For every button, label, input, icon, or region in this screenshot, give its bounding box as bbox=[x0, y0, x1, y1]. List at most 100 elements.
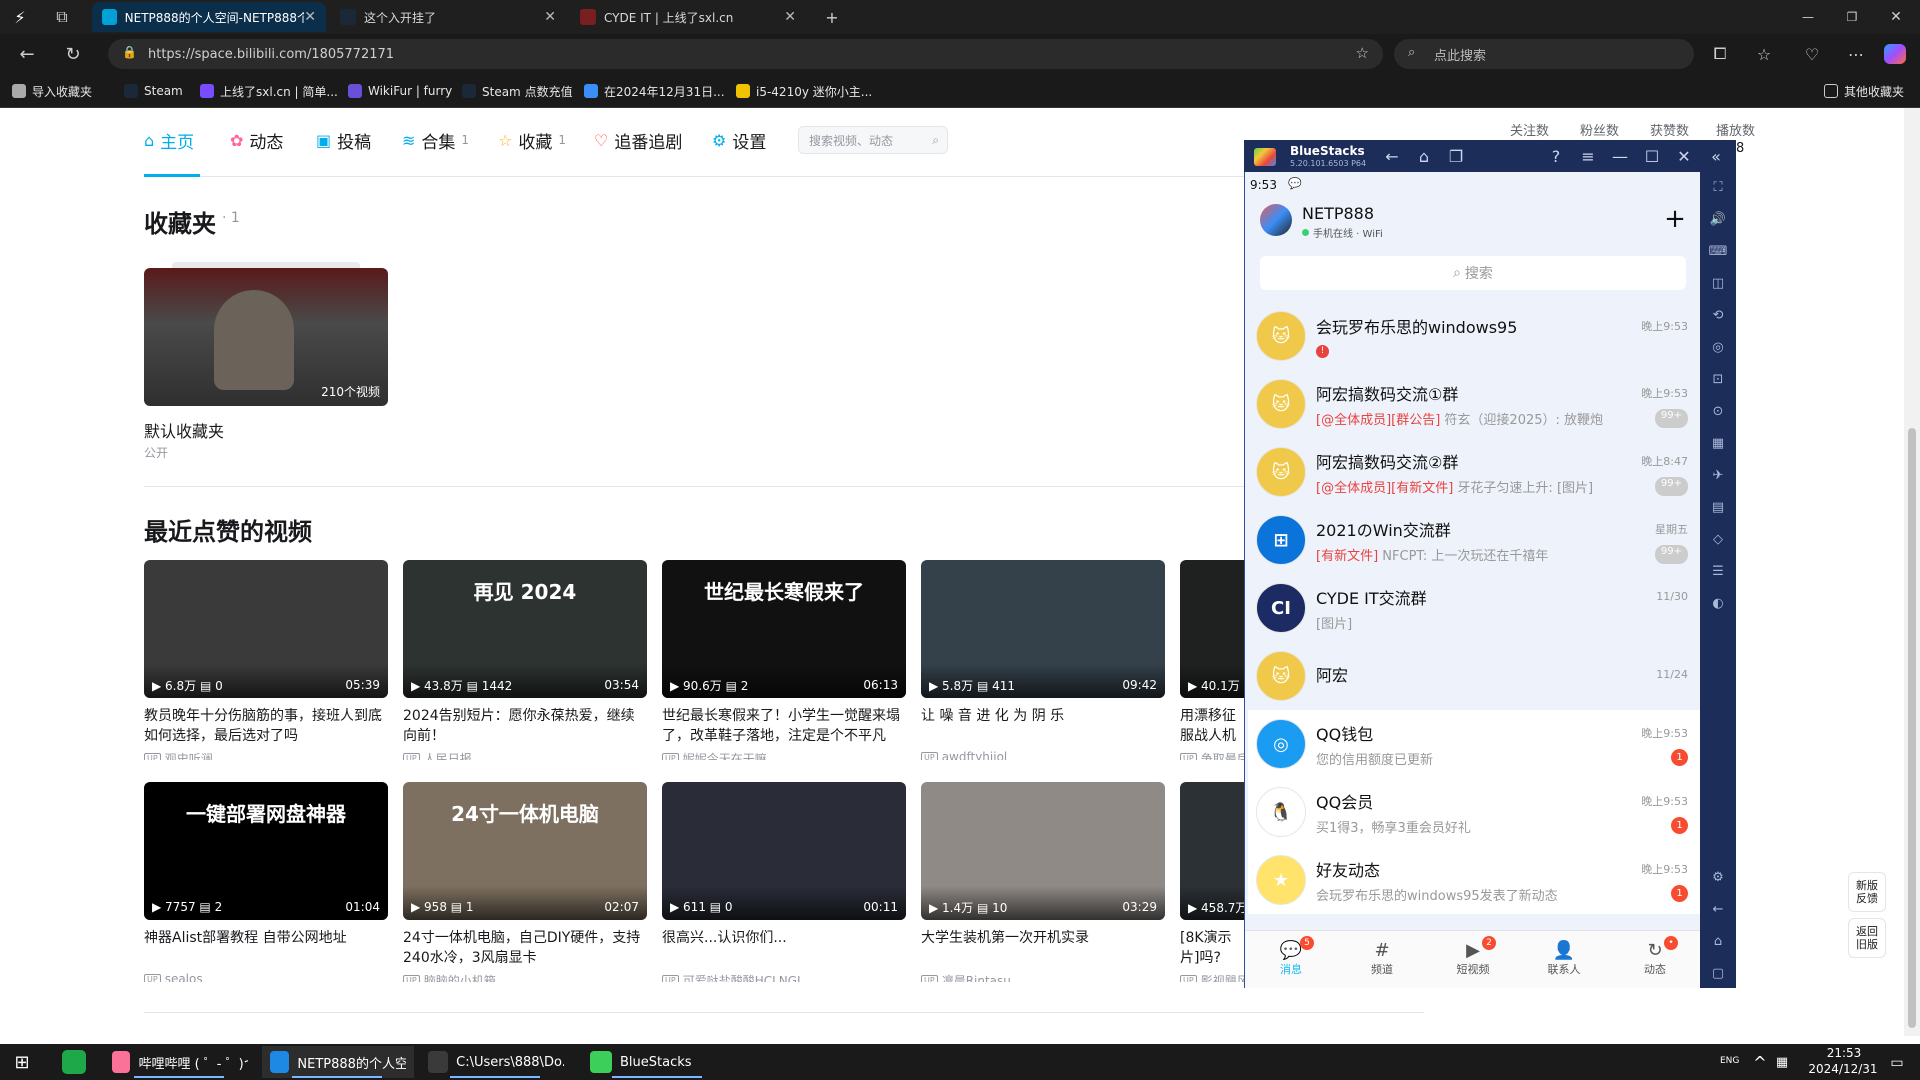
video-card[interactable]: ▶ 40.1万用漂移征服战人机阿si UP争取最后 bbox=[1180, 560, 1244, 760]
video-thumbnail[interactable]: ▶ 1.4万 ▤ 10 03:29 bbox=[921, 782, 1165, 920]
scrollbar-thumb[interactable] bbox=[1908, 428, 1916, 1028]
volume-icon[interactable]: 🔊 bbox=[1700, 212, 1736, 227]
rotate-icon[interactable]: ⟲ bbox=[1700, 308, 1736, 323]
old-version-button[interactable]: 返回旧版 bbox=[1848, 918, 1886, 958]
feedback-button[interactable]: 新版反馈 bbox=[1848, 872, 1886, 912]
tab-close-icon[interactable]: ✕ bbox=[784, 9, 796, 25]
bookmark-item[interactable]: 导入收藏夹 bbox=[12, 80, 92, 102]
video-card[interactable]: 24寸一体机电脑 ▶ 958 ▤ 1 02:07 24寸一体机电脑，自己DIY硬件，支… bbox=[403, 782, 647, 982]
video-title[interactable]: 2024告别短片：愿你永葆热爱，继续向前！ bbox=[403, 706, 647, 746]
chat-item[interactable]: 🐧 QQ会员 晚上9:53 买1得3，畅享3重会员好礼 1 bbox=[1248, 778, 1700, 846]
video-card[interactable]: 一键部署网盘神器 ▶ 7757 ▤ 2 01:04 神器Alist部署教程 自带公网地… bbox=[144, 782, 388, 982]
other-bookmarks[interactable]: 其他收藏夹 bbox=[1824, 80, 1904, 102]
home-icon[interactable]: ⌂ bbox=[1414, 146, 1434, 166]
taskbar-app[interactable]: C:\Users\888\Do... bbox=[420, 1046, 572, 1078]
bookmark-item[interactable]: 在2024年12月31日... bbox=[584, 80, 725, 102]
favorites-icon[interactable]: ☆ bbox=[1752, 42, 1776, 66]
clock-date[interactable]: 2024/12/31 bbox=[1800, 1062, 1886, 1076]
video-card[interactable]: 再见 2024 ▶ 43.8万 ▤ 1442 03:54 2024告别短片：愿你永葆热… bbox=[403, 560, 647, 760]
video-title[interactable]: 用漂移征服战人机阿si bbox=[1180, 706, 1244, 746]
multi-instance-icon[interactable]: ❐ bbox=[1446, 146, 1466, 166]
video-thumbnail[interactable]: 一键部署网盘神器 ▶ 7757 ▤ 2 01:04 bbox=[144, 782, 388, 920]
pinned-app-icon[interactable] bbox=[62, 1050, 86, 1074]
video-author[interactable]: UP 脑脑的小机箱 bbox=[403, 972, 647, 982]
chat-item[interactable]: 🐱 阿宏搞数码交流②群 晚上8:47 [@全体成员][有新文件] 牙花子匀速上升: [… bbox=[1248, 438, 1700, 506]
qq-user-avatar[interactable] bbox=[1260, 204, 1292, 236]
page-scrollbar[interactable] bbox=[1904, 108, 1920, 1036]
notification-icon[interactable]: ▭ bbox=[1886, 1052, 1908, 1074]
android-home-icon[interactable]: ⌂ bbox=[1700, 934, 1736, 949]
qq-nav-3[interactable]: 👤 联系人 bbox=[1519, 940, 1609, 977]
space-nav-1[interactable]: ✿ 动态 bbox=[230, 128, 283, 153]
macro-icon[interactable]: ◇ bbox=[1700, 532, 1736, 547]
video-thumbnail[interactable]: ▶ 6.8万 ▤ 0 05:39 bbox=[144, 560, 388, 698]
favorite-star-icon[interactable]: ☆ bbox=[1356, 44, 1369, 62]
browser-tab[interactable]: CYDE IT | 上线了sxl.cn ✕ bbox=[570, 2, 806, 32]
network-icon[interactable]: ▦ bbox=[1772, 1052, 1792, 1072]
video-thumbnail[interactable]: 再见 2024 ▶ 43.8万 ▤ 1442 03:54 bbox=[403, 560, 647, 698]
screenshot-icon[interactable]: ⊡ bbox=[1700, 372, 1736, 387]
files-icon[interactable]: ▤ bbox=[1700, 500, 1736, 515]
address-bar[interactable]: 🔒 https://space.bilibili.com/1805772171 … bbox=[108, 39, 1383, 69]
back-icon[interactable]: ← bbox=[14, 42, 40, 66]
chat-item[interactable]: 🐱 会玩罗布乐思的windows95 晚上9:53! bbox=[1248, 302, 1700, 370]
video-author[interactable]: UP 人民日报 bbox=[403, 750, 647, 760]
minimize-window-button[interactable]: — bbox=[1796, 6, 1820, 28]
taskbar-app[interactable]: BlueStacks bbox=[582, 1046, 734, 1078]
extensions-icon[interactable]: ⧠ bbox=[1708, 42, 1732, 66]
video-author[interactable]: UP 可爱哒盐酸酸HCLNGL bbox=[662, 972, 906, 982]
video-author[interactable]: UP 影视飓风 bbox=[1180, 972, 1244, 982]
video-title[interactable]: 让 噪 音 进 化 为 阴 乐 bbox=[921, 706, 1165, 746]
gamepad-icon[interactable]: ◫ bbox=[1700, 276, 1736, 291]
bookmark-item[interactable]: WikiFur | furry bbox=[348, 80, 452, 102]
video-thumbnail[interactable]: ▶ 5.8万 ▤ 411 09:42 bbox=[921, 560, 1165, 698]
video-author[interactable]: UP 争取最后 bbox=[1180, 750, 1244, 760]
space-nav-5[interactable]: ♡ 追番追剧 bbox=[594, 128, 682, 153]
bookmark-item[interactable]: Steam bbox=[124, 80, 183, 102]
chat-item[interactable]: CI CYDE IT交流群 11/30 [图片] bbox=[1248, 574, 1700, 642]
shake-icon[interactable]: ◎ bbox=[1700, 340, 1736, 355]
space-nav-2[interactable]: ▣ 投稿 bbox=[316, 128, 371, 153]
tab-close-icon[interactable]: ✕ bbox=[304, 9, 316, 25]
help-icon[interactable]: ? bbox=[1546, 146, 1566, 166]
video-author[interactable]: UP awdftyhjiol bbox=[921, 750, 1165, 760]
video-title[interactable]: 24寸一体机电脑，自己DIY硬件，支持240水冷，3风扇显卡 bbox=[403, 928, 647, 968]
android-back-icon[interactable]: ← bbox=[1700, 902, 1736, 917]
folder-name[interactable]: 默认收藏夹 bbox=[144, 418, 224, 442]
add-icon[interactable]: + bbox=[1662, 204, 1688, 234]
workspaces-icon[interactable]: ⧉ bbox=[50, 6, 74, 28]
close-icon[interactable]: ✕ bbox=[1674, 146, 1694, 166]
tab-close-icon[interactable]: ✕ bbox=[544, 9, 556, 25]
favorite-folder-card[interactable]: 210个视频 bbox=[144, 262, 388, 406]
taskbar-app[interactable]: NETP888的个人空... bbox=[262, 1046, 414, 1078]
keyboard-icon[interactable]: ⌨ bbox=[1700, 244, 1736, 259]
video-thumbnail[interactable]: 24寸一体机电脑 ▶ 958 ▤ 1 02:07 bbox=[403, 782, 647, 920]
video-thumbnail[interactable]: ▶ 611 ▤ 0 00:11 bbox=[662, 782, 906, 920]
stat-label[interactable]: 关注数 bbox=[1510, 120, 1549, 139]
chat-item[interactable]: 🐱 阿宏搞数码交流①群 晚上9:53 [@全体成员][群公告] 符玄（迎接2025）:… bbox=[1248, 370, 1700, 438]
video-title[interactable]: 神器Alist部署教程 自带公网地址 bbox=[144, 928, 388, 968]
back-icon[interactable]: ← bbox=[1382, 146, 1402, 166]
menu-icon[interactable]: ≡ bbox=[1578, 146, 1598, 166]
bookmark-item[interactable]: i5-4210y 迷你小主... bbox=[736, 80, 872, 102]
collapse-sidebar-icon[interactable]: « bbox=[1706, 146, 1726, 166]
taskbar-app[interactable]: 哔哩哔哩 ( ゜- ゜)つ... bbox=[104, 1046, 256, 1078]
refresh-icon[interactable]: ↻ bbox=[60, 42, 86, 66]
browser-tab[interactable]: NETP888的个人空间-NETP888个人 ✕ bbox=[92, 2, 326, 32]
video-author[interactable]: UP 妮妮今天在干嘛 bbox=[662, 750, 906, 760]
video-thumbnail[interactable]: 世纪最长寒假来了 ▶ 90.6万 ▤ 2 06:13 bbox=[662, 560, 906, 698]
video-thumbnail[interactable]: 8K ▶ 458.7万 bbox=[1180, 782, 1244, 920]
record-icon[interactable]: ⊙ bbox=[1700, 404, 1736, 419]
browser-tab[interactable]: 这个入开挂了 ✕ bbox=[330, 2, 566, 32]
chat-item[interactable]: ⊞ 2021のWin交流群 星期五 [有新文件] NFCPT: 上一次玩还在千禧年 99… bbox=[1248, 506, 1700, 574]
bookmark-item[interactable]: Steam 点数充值 bbox=[462, 80, 573, 102]
copilot-icon[interactable] bbox=[1884, 44, 1906, 64]
more-menu-icon[interactable]: ⋯ bbox=[1844, 42, 1868, 66]
space-nav-4[interactable]: ☆ 收藏 1 bbox=[498, 128, 566, 153]
search-icon[interactable]: ⌕ bbox=[932, 133, 939, 148]
qq-search-bar[interactable]: ⌕ 搜索 bbox=[1260, 256, 1686, 290]
stat-label[interactable]: 粉丝数 bbox=[1580, 120, 1619, 139]
space-nav-3[interactable]: ≋ 合集 1 bbox=[402, 128, 469, 153]
video-title[interactable]: 教员晚年十分伤脑筋的事，接班人到底如何选择，最后选对了吗 bbox=[144, 706, 388, 746]
fullscreen-icon[interactable]: ⛶ bbox=[1700, 180, 1736, 195]
